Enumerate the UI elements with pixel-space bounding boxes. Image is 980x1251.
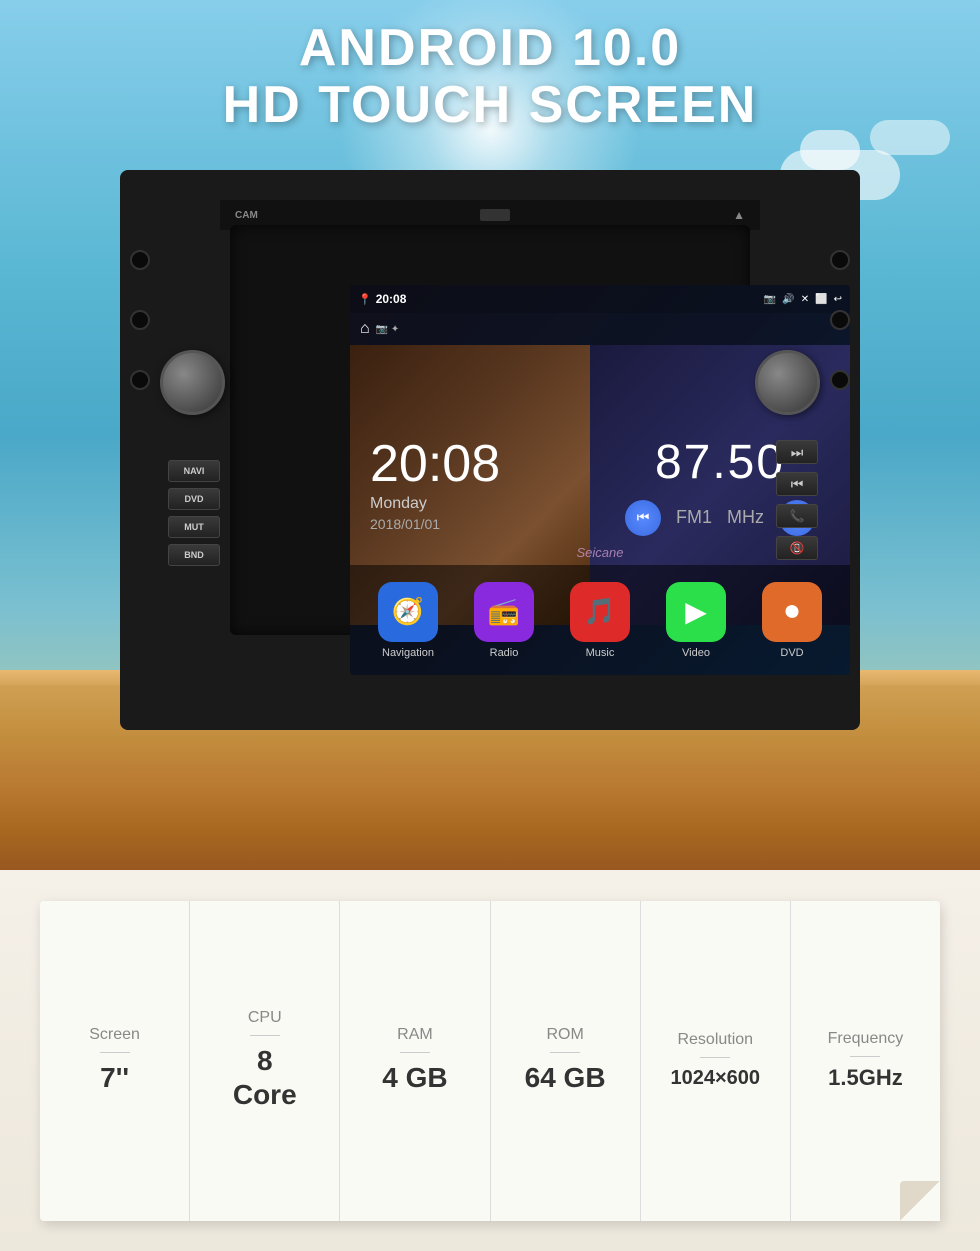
clock-date: 2018/01/01 (370, 516, 570, 532)
home-icon[interactable]: ⌂ (360, 320, 370, 338)
clock-time: 20:08 (370, 438, 570, 490)
clock-day: Monday (370, 495, 570, 513)
screen-area[interactable]: 📍 20:08 📷 🔊 ✕ ⬜ ↩ (350, 285, 850, 675)
video-icon: ▶ (666, 582, 726, 642)
android-ui: 📍 20:08 📷 🔊 ✕ ⬜ ↩ (350, 285, 850, 675)
dvd-button[interactable]: DVD (168, 488, 220, 510)
close-status-icon: ✕ (801, 294, 809, 305)
mut-button[interactable]: MUT (168, 516, 220, 538)
spec-rom-label: ROM (546, 1026, 583, 1044)
spec-frequency-value: 1.5GHz (828, 1065, 903, 1091)
screen-bezel: 📍 20:08 📷 🔊 ✕ ⬜ ↩ (230, 225, 750, 635)
call-end-button[interactable]: 📵 (776, 536, 818, 560)
spec-frequency-label: Frequency (828, 1030, 904, 1048)
skip-forward-button[interactable]: ⏭ (776, 440, 818, 464)
spec-cpu-divider (250, 1035, 280, 1036)
location-icon: 📍 (358, 293, 372, 306)
video-label: Video (682, 647, 710, 659)
status-bar: 📍 20:08 📷 🔊 ✕ ⬜ ↩ (350, 285, 850, 313)
spec-screen: Screen 7'' (40, 901, 190, 1221)
radio-icon: 📻 (474, 582, 534, 642)
mount-hole-6 (830, 370, 850, 390)
spec-cpu-label: CPU (248, 1009, 282, 1027)
top-section: ANDROID 10.0 HD TOUCH SCREEN CAM ▲ (0, 0, 980, 870)
knob-left[interactable] (160, 350, 225, 415)
spec-resolution-value: 1024×600 (671, 1066, 761, 1090)
status-dots: 📷 ✦ (376, 324, 400, 335)
spec-cpu-value: 8Core (233, 1044, 297, 1111)
specs-card: Screen 7'' CPU 8Core RAM 4 GB ROM 64 GB … (40, 901, 940, 1221)
mount-hole-3 (130, 370, 150, 390)
radio-label: Radio (490, 647, 519, 659)
mount-hole-1 (130, 250, 150, 270)
spec-ram-divider (400, 1052, 430, 1053)
app-dvd[interactable]: ⏺ DVD (762, 582, 822, 659)
title-area: ANDROID 10.0 HD TOUCH SCREEN (0, 20, 980, 134)
radio-prev-button[interactable]: ⏮ (625, 500, 661, 536)
left-buttons: NAVI DVD MUT BND (168, 460, 220, 566)
title-android: ANDROID 10.0 (0, 20, 980, 77)
seicane-watermark: Seicane (577, 545, 624, 560)
music-label: Music (586, 647, 615, 659)
spec-rom-divider (550, 1052, 580, 1053)
spec-ram-label: RAM (397, 1026, 433, 1044)
right-buttons: ⏭ ⏮ 📞 📵 (776, 440, 818, 560)
top-bar-btn-1 (480, 209, 510, 221)
app-navigation[interactable]: 🧭 Navigation (378, 582, 438, 659)
spec-resolution: Resolution 1024×600 (641, 901, 791, 1221)
right-mount-holes (830, 250, 850, 390)
spec-screen-value: 7'' (100, 1061, 129, 1095)
bottom-section: Screen 7'' CPU 8Core RAM 4 GB ROM 64 GB … (0, 870, 980, 1251)
title-hd: HD TOUCH SCREEN (0, 77, 980, 134)
spec-resolution-divider (700, 1057, 730, 1058)
stereo-unit: CAM ▲ 📍 20:08 (120, 170, 860, 730)
spec-frequency-divider (850, 1056, 880, 1057)
dvd-label: DVD (780, 647, 803, 659)
volume-icon: 🔊 (782, 294, 794, 305)
window-icon: ⬜ (815, 294, 827, 305)
mount-hole-2 (130, 310, 150, 330)
dvd-icon: ⏺ (762, 582, 822, 642)
navigation-icon: 🧭 (378, 582, 438, 642)
eject-icon: ▲ (733, 208, 745, 222)
spec-ram-value: 4 GB (382, 1061, 447, 1095)
apps-bar: 🧭 Navigation 📻 Radio 🎵 Music (350, 565, 850, 675)
navigation-label: Navigation (382, 647, 434, 659)
call-button[interactable]: 📞 (776, 504, 818, 528)
app-music[interactable]: 🎵 Music (570, 582, 630, 659)
spec-screen-divider (100, 1052, 130, 1053)
app-radio[interactable]: 📻 Radio (474, 582, 534, 659)
mount-hole-5 (830, 310, 850, 330)
home-bar: ⌂ 📷 ✦ (350, 313, 850, 345)
spec-frequency: Frequency 1.5GHz (791, 901, 940, 1221)
spec-cpu: CPU 8Core (190, 901, 340, 1221)
navi-button[interactable]: NAVI (168, 460, 220, 482)
app-video[interactable]: ▶ Video (666, 582, 726, 659)
radio-unit-label: MHz (727, 507, 764, 528)
cam-label: CAM (235, 210, 258, 221)
mount-hole-4 (830, 250, 850, 270)
stereo-body: CAM ▲ 📍 20:08 (120, 170, 860, 730)
spec-screen-label: Screen (89, 1026, 140, 1044)
spec-ram: RAM 4 GB (340, 901, 490, 1221)
time-display: 20:08 (376, 292, 407, 306)
left-mount-holes (130, 250, 150, 390)
spec-rom-value: 64 GB (525, 1061, 606, 1095)
camera-status-icon: 📷 (764, 294, 776, 305)
spec-resolution-label: Resolution (677, 1031, 753, 1049)
music-icon: 🎵 (570, 582, 630, 642)
status-left: 📍 20:08 (358, 292, 406, 306)
bnd-button[interactable]: BND (168, 544, 220, 566)
radio-band-label: FM1 (676, 507, 712, 528)
skip-back-button[interactable]: ⏮ (776, 472, 818, 496)
radio-frequency: 87.50 (655, 435, 785, 490)
spec-rom: ROM 64 GB (491, 901, 641, 1221)
knob-right[interactable] (755, 350, 820, 415)
